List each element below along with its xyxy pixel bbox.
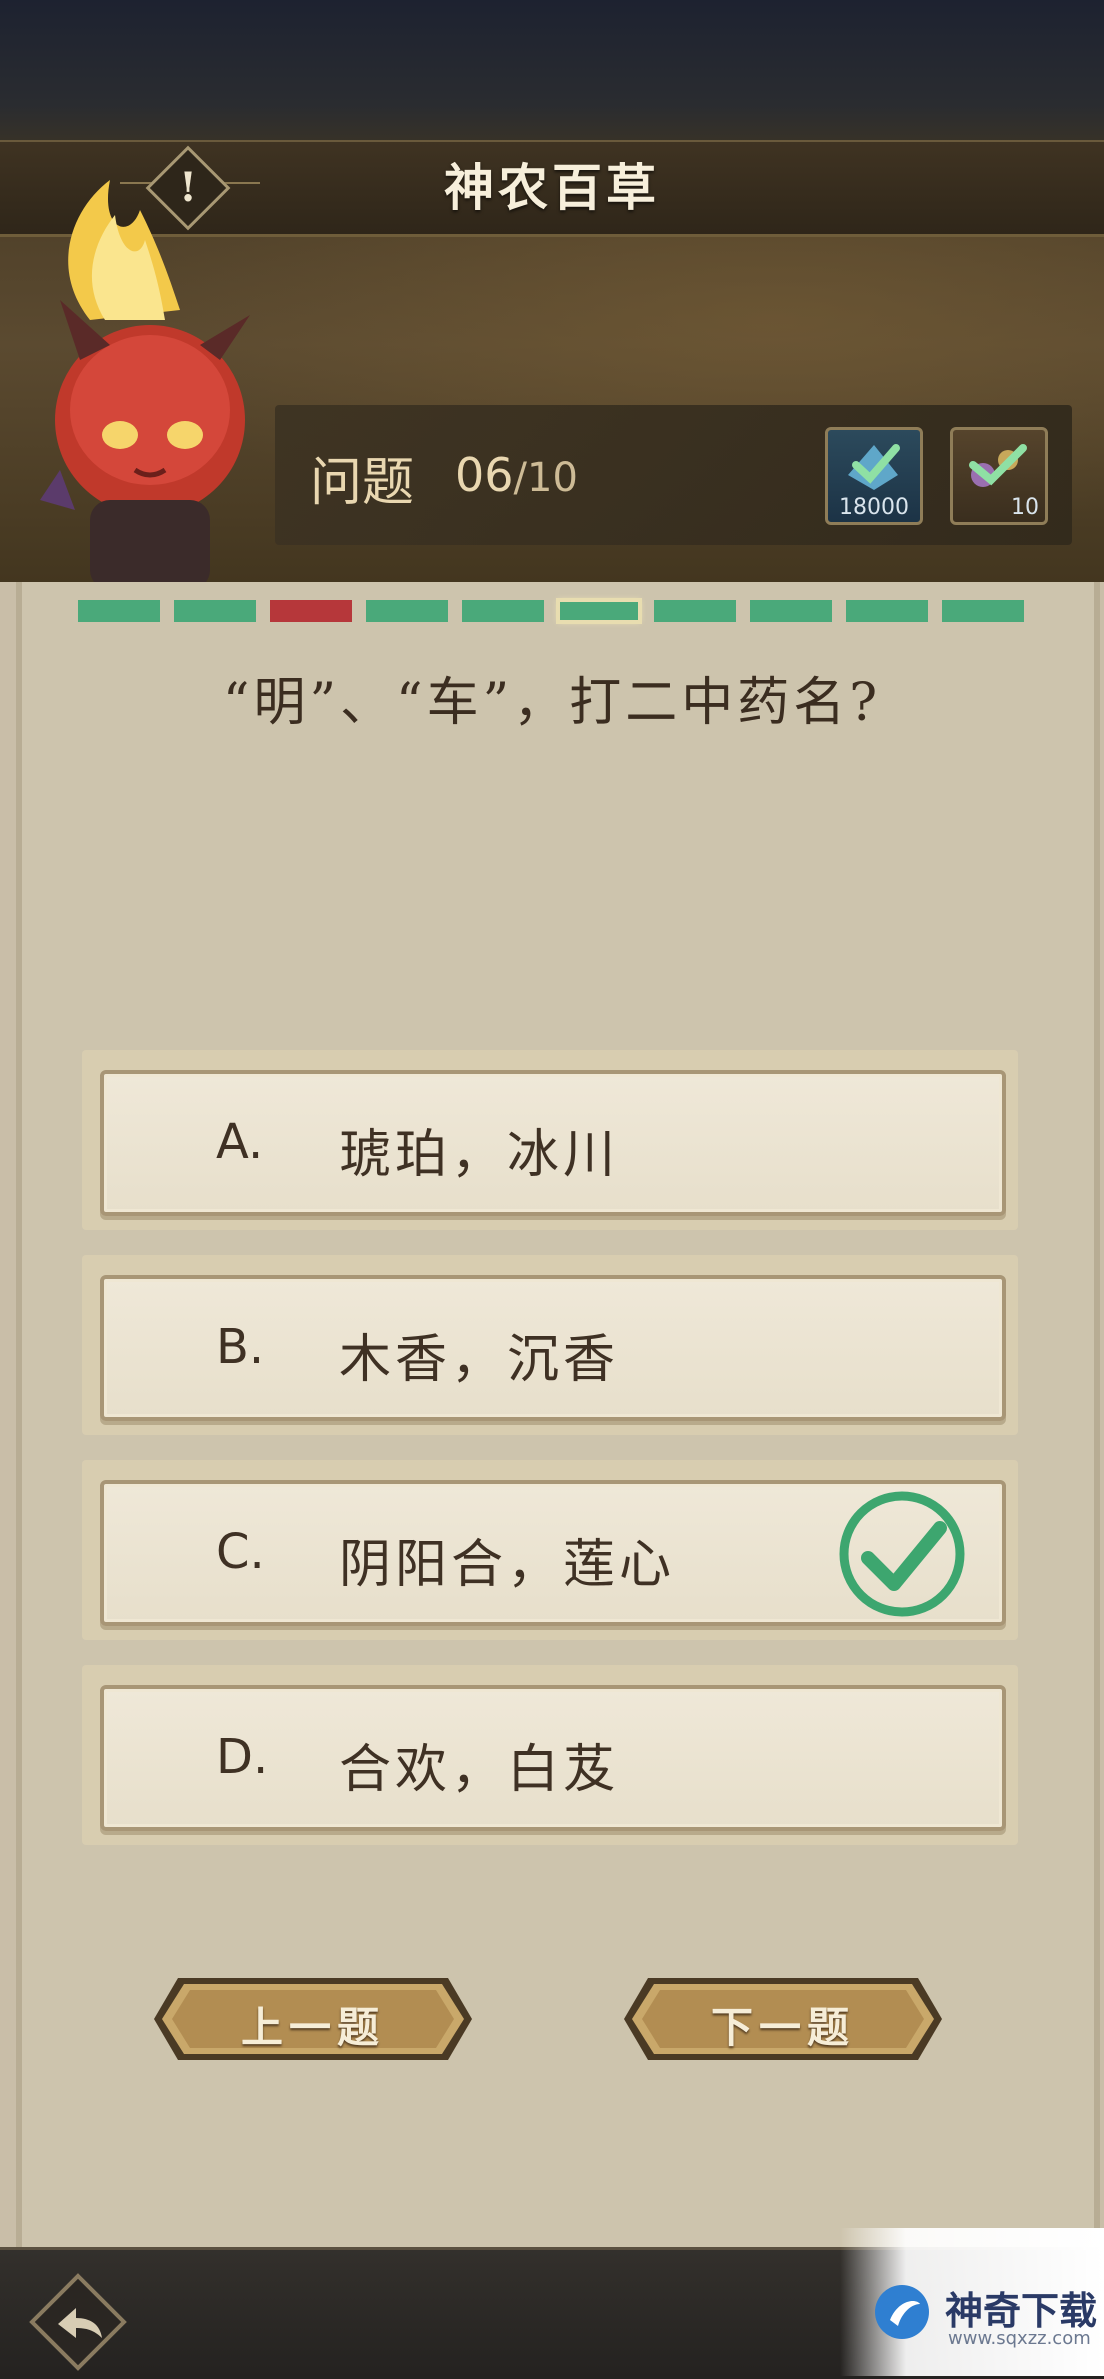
- option-text: 木香，沉香: [339, 1330, 620, 1390]
- progress-segment: [846, 600, 928, 622]
- watermark-url: www.sqxzz.com: [948, 2328, 1091, 2349]
- check-crystal-icon: [848, 444, 900, 490]
- next-question-button[interactable]: 下一题: [618, 1972, 948, 2066]
- progress-segment: [270, 600, 352, 622]
- watermark-title: 神奇下载: [945, 2289, 1098, 2333]
- option-b[interactable]: B. 木香，沉香: [100, 1275, 1006, 1421]
- option-letter: B.: [216, 1319, 265, 1375]
- progress-segment: [462, 600, 544, 622]
- progress-segment: [174, 600, 256, 622]
- option-letter: C.: [216, 1524, 265, 1580]
- progress-bar: [78, 598, 1024, 624]
- option-text: 合欢，白芨: [339, 1740, 620, 1800]
- question-text: “明”、“车”，打二中药名?: [222, 673, 882, 733]
- badge-herb-value: 10: [1011, 495, 1039, 520]
- badge-crystal-value: 18000: [839, 495, 909, 520]
- progress-segment: [366, 600, 448, 622]
- option-letter: A.: [216, 1114, 264, 1170]
- back-arrow-icon[interactable]: [28, 2272, 128, 2372]
- option-a[interactable]: A. 琥珀，冰川: [100, 1070, 1006, 1216]
- option-text: 阴阳合，莲心: [339, 1535, 676, 1595]
- progress-segment: [556, 598, 642, 624]
- progress-segment: [942, 600, 1024, 622]
- option-letter: D.: [216, 1729, 269, 1785]
- reward-badge-crystal[interactable]: 18000: [825, 427, 923, 525]
- reward-badge-herb[interactable]: 10: [950, 427, 1048, 525]
- correct-check-icon: [839, 1491, 965, 1617]
- progress-segment: [654, 600, 736, 622]
- question-counter: 06/10: [455, 448, 578, 502]
- prev-question-label: 上一题: [240, 2003, 385, 2052]
- top-dark-area: [0, 0, 1104, 150]
- option-c[interactable]: C. 阴阳合，莲心: [100, 1480, 1006, 1626]
- option-text: 琥珀，冰川: [339, 1125, 620, 1185]
- check-herb-icon: [969, 444, 1027, 487]
- progress-segment: [750, 600, 832, 622]
- question-label: 问题: [310, 453, 415, 513]
- progress-segment: [78, 600, 160, 622]
- watermark-logo-icon: [875, 2285, 929, 2339]
- question-total: /10: [513, 455, 578, 501]
- question-current: 06: [455, 448, 514, 502]
- next-question-label: 下一题: [710, 2003, 855, 2052]
- option-d[interactable]: D. 合欢，白芨: [100, 1685, 1006, 1831]
- prev-question-button[interactable]: 上一题: [148, 1972, 478, 2066]
- fire-demon-mascot-icon: [40, 180, 250, 590]
